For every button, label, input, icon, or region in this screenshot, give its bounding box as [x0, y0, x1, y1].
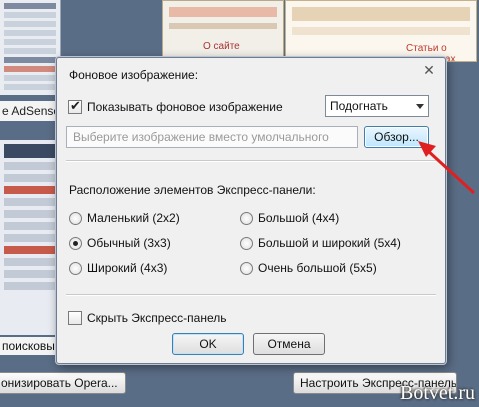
hide-speed-dial-checkbox[interactable]	[68, 311, 82, 325]
image-path-input[interactable]: Выберите изображение вместо умолчального	[66, 126, 358, 148]
watermark: Botvet.ru	[400, 382, 475, 404]
background-image-dialog: Фоновое изображение: ✕ ✔ Показывать фоно…	[56, 57, 446, 364]
checkmark-icon: ✔	[70, 98, 81, 113]
show-background-checkbox[interactable]: ✔	[68, 98, 82, 114]
layout-option-label: Маленький (2x2)	[87, 211, 180, 225]
fit-mode-select[interactable]: Подогнать	[325, 95, 429, 117]
layout-radio-small[interactable]	[69, 212, 82, 225]
speed-dial-thumbnail[interactable]: Статьи о витаминах	[285, 0, 477, 62]
close-icon[interactable]: ✕	[422, 63, 436, 77]
radio-selected-dot	[73, 241, 78, 246]
thumbnail-link-text: О сайте	[203, 41, 240, 52]
layout-option-label: Очень большой (5x5)	[258, 261, 377, 275]
divider	[66, 160, 436, 162]
speed-dial-thumbnail[interactable]	[0, 140, 61, 335]
layout-radio-normal[interactable]	[69, 237, 82, 250]
show-background-label: Показывать фоновое изображение	[87, 100, 283, 114]
ok-button[interactable]: OK	[172, 333, 244, 355]
layout-radio-very-large[interactable]	[240, 262, 253, 275]
layout-radio-wide[interactable]	[69, 262, 82, 275]
layout-radio-large[interactable]	[240, 212, 253, 225]
fit-mode-value: Подогнать	[330, 99, 388, 113]
chevron-down-icon	[416, 104, 424, 109]
layout-section-title: Расположение элементов Экспресс-панели:	[69, 183, 316, 197]
divider	[66, 294, 436, 296]
layout-option-label: Большой и широкий (5x4)	[258, 236, 401, 250]
layout-option-label: Обычный (3x3)	[87, 236, 171, 250]
dialog-title: Фоновое изображение:	[69, 68, 199, 82]
cancel-button[interactable]: Отмена	[253, 333, 325, 355]
layout-option-label: Широкий (4x3)	[87, 261, 168, 275]
layout-radio-large-wide[interactable]	[240, 237, 253, 250]
browse-button[interactable]: Обзор...	[364, 126, 429, 148]
speed-dial-thumbnail[interactable]: О сайте	[162, 0, 284, 62]
hide-speed-dial-label: Скрыть Экспресс-панель	[87, 311, 227, 325]
sync-opera-button[interactable]: онизировать Opera...	[0, 372, 126, 394]
layout-option-label: Большой (4x4)	[258, 211, 340, 225]
speed-dial-thumbnail[interactable]	[0, 0, 61, 95]
